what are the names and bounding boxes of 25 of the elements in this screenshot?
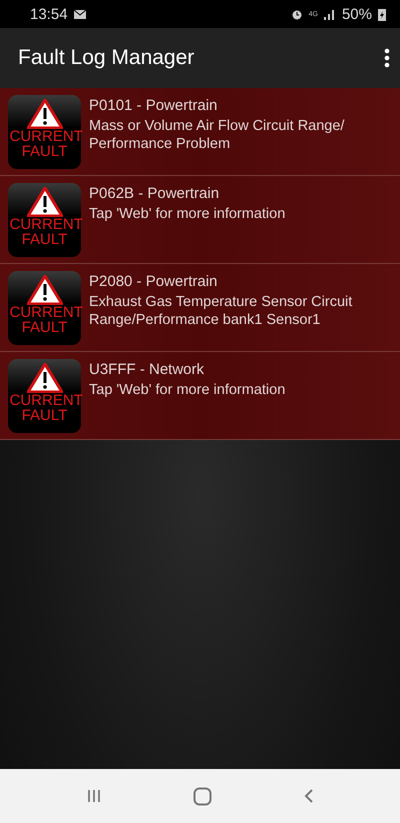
fault-row[interactable]: CURRENT FAULT U3FFF - Network Tap 'Web' for more information [0,352,400,440]
alarm-icon [290,8,303,20]
fault-description: Tap 'Web' for more information [89,381,286,399]
warning-icon [26,99,62,129]
fault-code: P0101 - Powertrain [89,97,218,114]
battery-charging-icon [378,8,386,20]
mail-icon [74,10,86,18]
warning-icon [26,187,62,217]
more-options-icon[interactable] [384,48,390,68]
clock-time: 13:54 [30,6,68,22]
app-title: Fault Log Manager [18,46,196,70]
fault-code: P2080 - Powertrain [89,273,218,290]
warning-icon [26,363,62,393]
fault-code: U3FFF - Network [89,361,206,378]
battery-percent: 50% [342,6,372,22]
back-icon[interactable] [304,788,314,804]
fault-description: Tap 'Web' for more information [89,205,286,223]
recent-apps-icon[interactable] [86,788,102,804]
fault-code: P062B - Powertrain [89,185,220,202]
fault-description: Mass or Volume Air Flow Circuit Range/ Performance Problem [89,117,346,153]
fault-row[interactable]: CURRENT FAULT P062B - Powertrain Tap 'Web' for more information [0,176,400,264]
warning-icon [26,275,62,305]
signal-icon [324,8,336,20]
home-icon[interactable] [193,786,212,806]
fault-description: Exhaust Gas Temperature Sensor Circuit Range/Performance bank1 Sensor1 [89,293,354,329]
